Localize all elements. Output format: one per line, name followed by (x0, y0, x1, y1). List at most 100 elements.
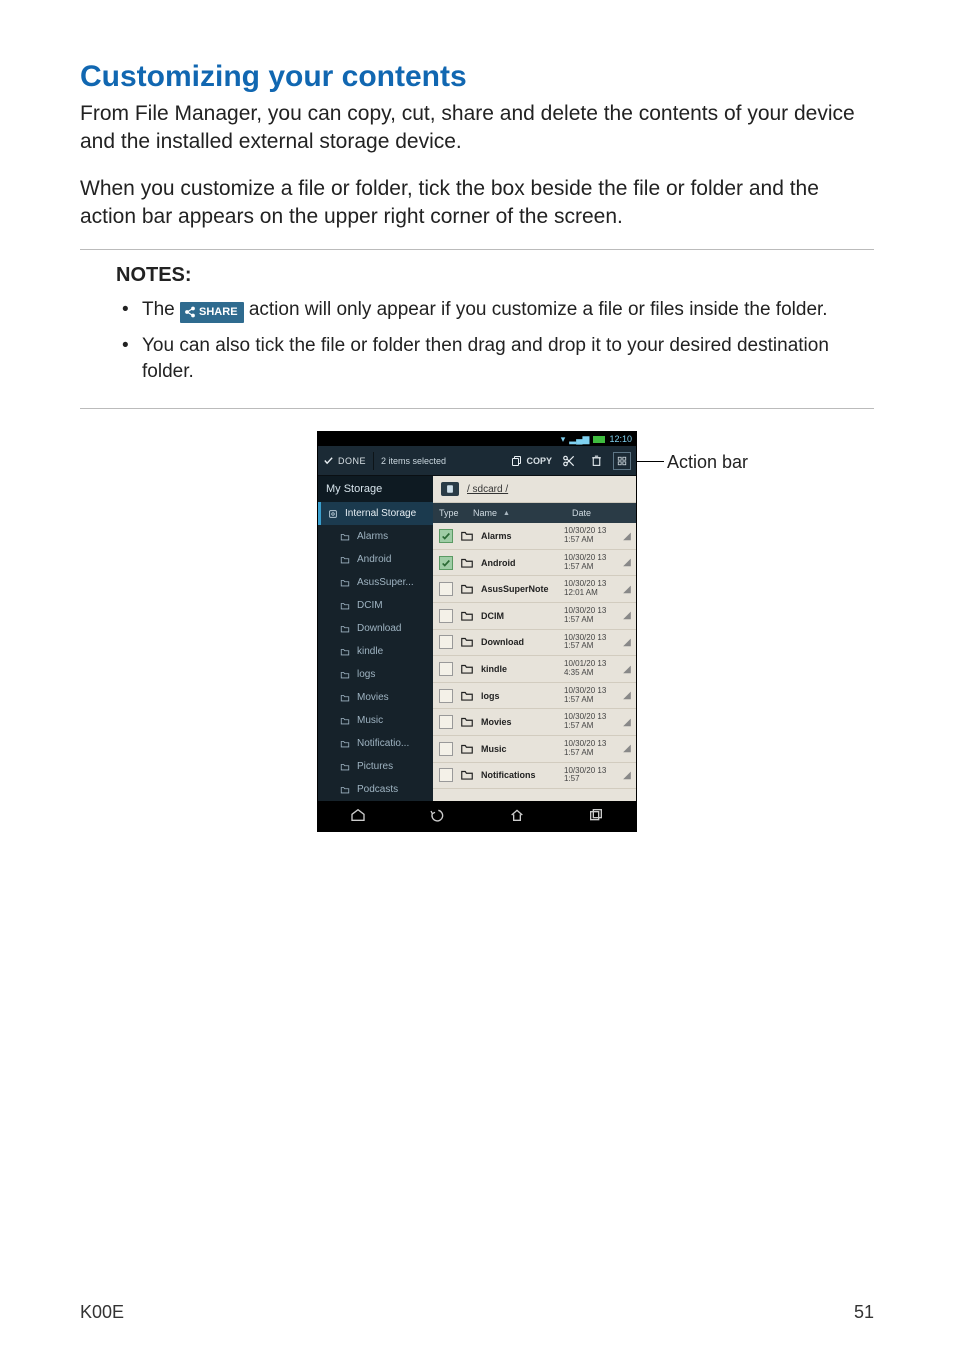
battery-icon (593, 436, 605, 443)
folder-icon (459, 609, 475, 623)
check-icon (323, 455, 334, 466)
row-checkbox[interactable] (439, 609, 453, 623)
chevron-right-icon: ◢ (622, 557, 632, 568)
row-checkbox[interactable] (439, 635, 453, 649)
sidebar-item[interactable]: logs (318, 663, 433, 686)
row-checkbox[interactable] (439, 742, 453, 756)
file-name: Download (481, 637, 564, 647)
nav-recent-icon[interactable] (588, 807, 604, 826)
separator (373, 452, 374, 470)
note-item-2: You can also tick the file or folder the… (122, 333, 872, 384)
page-footer: K00E 51 (80, 1302, 874, 1323)
row-checkbox[interactable] (439, 529, 453, 543)
folder-icon (339, 647, 351, 657)
file-date: 10/30/20 13 1:57 (564, 767, 622, 785)
table-row[interactable]: AsusSuperNote10/30/20 13 12:01 AM◢ (433, 576, 636, 603)
row-checkbox[interactable] (439, 662, 453, 676)
table-row[interactable]: DCIM10/30/20 13 1:57 AM◢ (433, 603, 636, 630)
delete-button[interactable] (586, 451, 606, 471)
row-checkbox[interactable] (439, 689, 453, 703)
file-name: Music (481, 744, 564, 754)
copy-icon (511, 455, 523, 467)
chevron-right-icon: ◢ (622, 664, 632, 675)
sidebar-item[interactable]: AsusSuper... (318, 571, 433, 594)
storage-icon (327, 509, 339, 519)
sidebar-item[interactable]: DCIM (318, 594, 433, 617)
intro-paragraph-2: When you customize a file or folder, tic… (80, 175, 874, 232)
scissors-icon (562, 454, 576, 468)
file-name: Movies (481, 717, 564, 727)
table-row[interactable]: Download10/30/20 13 1:57 AM◢ (433, 630, 636, 657)
notes-block: NOTES: The SHARE action will only appear… (80, 249, 874, 409)
nav-back-icon[interactable] (429, 807, 445, 826)
note-1-text-b: action will only appear if you customize… (249, 299, 828, 320)
screenshot-figure: Action bar ▾ ▂▄▆ 12:10 DONE 2 items sele… (317, 431, 637, 832)
table-row[interactable]: Alarms10/30/20 13 1:57 AM◢ (433, 523, 636, 550)
sidebar-item-internal-storage[interactable]: Internal Storage (318, 502, 433, 525)
sidebar-item[interactable]: Movies (318, 686, 433, 709)
folder-icon (339, 693, 351, 703)
sidebar-item[interactable]: Android (318, 548, 433, 571)
col-date[interactable]: Date (566, 503, 636, 523)
sidebar: My Storage Internal Storage Alarms Androi… (318, 476, 433, 801)
share-chip: SHARE (180, 302, 244, 323)
table-row[interactable]: Android10/30/20 13 1:57 AM◢ (433, 550, 636, 577)
sidebar-item-label: logs (357, 669, 375, 680)
share-icon (184, 306, 196, 318)
col-name[interactable]: Name ▲ (467, 503, 566, 523)
table-row[interactable]: Notifications10/30/20 13 1:57◢ (433, 763, 636, 790)
sidebar-item[interactable]: Notificatio... (318, 732, 433, 755)
select-all-button[interactable] (613, 452, 631, 470)
row-checkbox[interactable] (439, 768, 453, 782)
file-name: Alarms (481, 531, 564, 541)
sidebar-item[interactable]: Podcasts (318, 778, 433, 801)
cut-button[interactable] (559, 451, 579, 471)
system-nav-bar (318, 801, 636, 831)
callout-leader-line (634, 461, 664, 462)
file-date: 10/30/20 13 1:57 AM (564, 554, 622, 572)
row-checkbox[interactable] (439, 582, 453, 596)
sidebar-item-label: DCIM (357, 600, 383, 611)
file-date: 10/30/20 13 1:57 AM (564, 634, 622, 652)
share-chip-label: SHARE (199, 305, 238, 320)
file-date: 10/30/20 13 1:57 AM (564, 687, 622, 705)
row-checkbox[interactable] (439, 715, 453, 729)
section-heading: Customizing your contents (80, 60, 874, 94)
sidebar-header: My Storage (318, 476, 433, 502)
done-button[interactable]: DONE (323, 455, 366, 466)
folder-icon (339, 601, 351, 611)
sidebar-item[interactable]: kindle (318, 640, 433, 663)
file-date: 10/30/20 13 1:57 AM (564, 527, 622, 545)
action-bar: DONE 2 items selected COPY (318, 446, 636, 476)
table-row[interactable]: Movies10/30/20 13 1:57 AM◢ (433, 709, 636, 736)
col-type[interactable]: Type (433, 503, 467, 523)
sidebar-item-label: Android (357, 554, 391, 565)
sidebar-item[interactable]: Pictures (318, 755, 433, 778)
status-bar: ▾ ▂▄▆ 12:10 (318, 432, 636, 446)
nav-home2-icon[interactable] (509, 807, 525, 826)
file-name: DCIM (481, 611, 564, 621)
file-list[interactable]: Alarms10/30/20 13 1:57 AM◢Android10/30/2… (433, 523, 636, 789)
sidebar-item-label: Movies (357, 692, 389, 703)
folder-icon (339, 739, 351, 749)
folder-icon (339, 532, 351, 542)
nav-home-icon[interactable] (350, 807, 366, 826)
file-date: 10/30/20 13 12:01 AM (564, 580, 622, 598)
copy-button[interactable]: COPY (511, 455, 552, 467)
footer-model: K00E (80, 1302, 124, 1323)
folder-icon (339, 785, 351, 795)
sidebar-item[interactable]: Alarms (318, 525, 433, 548)
intro-paragraph-1: From File Manager, you can copy, cut, sh… (80, 100, 874, 157)
table-row[interactable]: Music10/30/20 13 1:57 AM◢ (433, 736, 636, 763)
folder-icon (459, 635, 475, 649)
table-row[interactable]: kindle10/01/20 13 4:35 AM◢ (433, 656, 636, 683)
file-name: logs (481, 691, 564, 701)
col-name-label: Name (473, 508, 497, 518)
row-checkbox[interactable] (439, 556, 453, 570)
sdcard-icon[interactable] (441, 482, 459, 496)
sidebar-item[interactable]: Music (318, 709, 433, 732)
table-row[interactable]: logs10/30/20 13 1:57 AM◢ (433, 683, 636, 710)
sidebar-item[interactable]: Download (318, 617, 433, 640)
folder-icon (459, 662, 475, 676)
breadcrumb[interactable]: / sdcard / (467, 484, 508, 495)
